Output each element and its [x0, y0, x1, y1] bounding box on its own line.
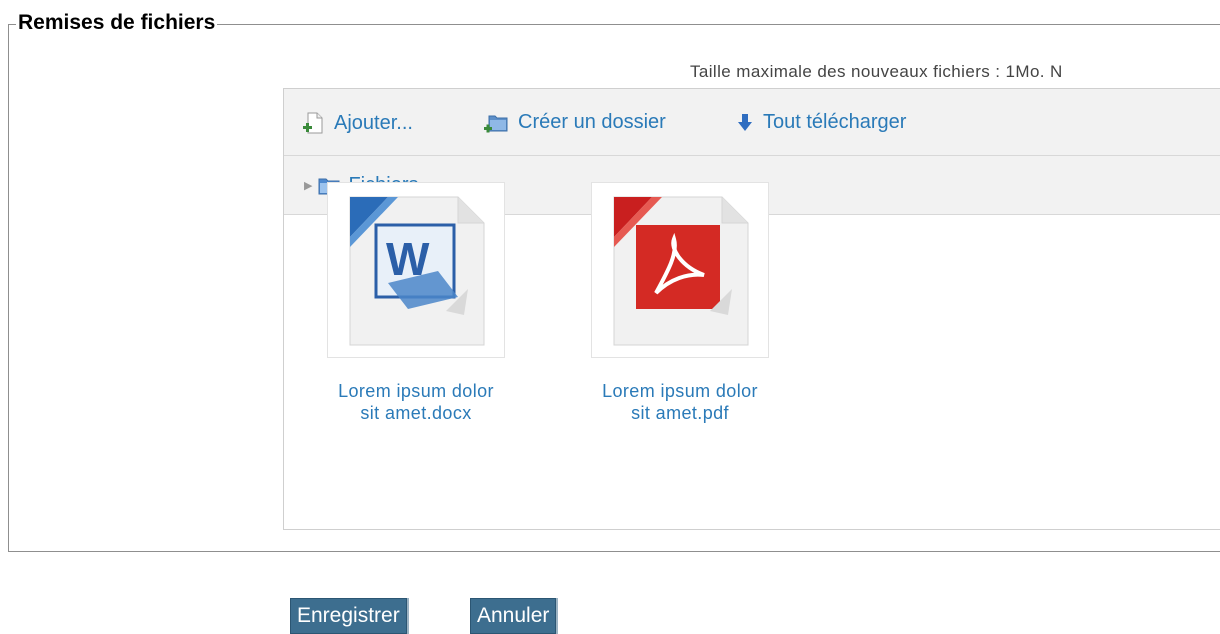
file-name-pdf: Lorem ipsum dolor sit amet.pdf — [570, 380, 790, 424]
pdf-document-icon — [613, 196, 749, 346]
download-arrow-icon — [738, 113, 752, 131]
cancel-button[interactable]: Annuler — [470, 598, 557, 634]
file-item-pdf[interactable]: Lorem ipsum dolor sit amet.pdf — [570, 182, 790, 424]
file-name-line: Lorem ipsum dolor — [338, 381, 494, 401]
download-all-label: Tout télécharger — [763, 111, 907, 133]
file-name-docx: Lorem ipsum dolor sit amet.docx — [306, 380, 526, 424]
new-folder-icon — [484, 115, 508, 132]
add-file-button[interactable]: Ajouter... — [302, 111, 413, 135]
file-thumbnail: W — [327, 182, 505, 358]
file-name-line: sit amet.pdf — [631, 403, 729, 423]
add-file-label: Ajouter... — [334, 111, 413, 134]
save-button[interactable]: Enregistrer — [290, 598, 407, 634]
create-folder-label: Créer un dossier — [518, 111, 666, 133]
file-name-line: sit amet.docx — [360, 403, 472, 423]
file-item-docx[interactable]: W Lorem ipsum dolor sit amet.docx — [306, 182, 526, 424]
max-file-size-note: Taille maximale des nouveaux fichiers : … — [690, 62, 1063, 81]
create-folder-button[interactable]: Créer un dossier — [484, 111, 666, 134]
add-file-icon — [303, 112, 323, 134]
download-all-button[interactable]: Tout télécharger — [737, 111, 906, 134]
file-thumbnail — [591, 182, 769, 358]
word-document-icon: W — [349, 196, 485, 346]
fieldset-legend: Remises de fichiers — [16, 10, 218, 36]
file-name-line: Lorem ipsum dolor — [602, 381, 758, 401]
file-picker-toolbar: Ajouter... Créer un dossier Tout télécha… — [284, 89, 1220, 156]
